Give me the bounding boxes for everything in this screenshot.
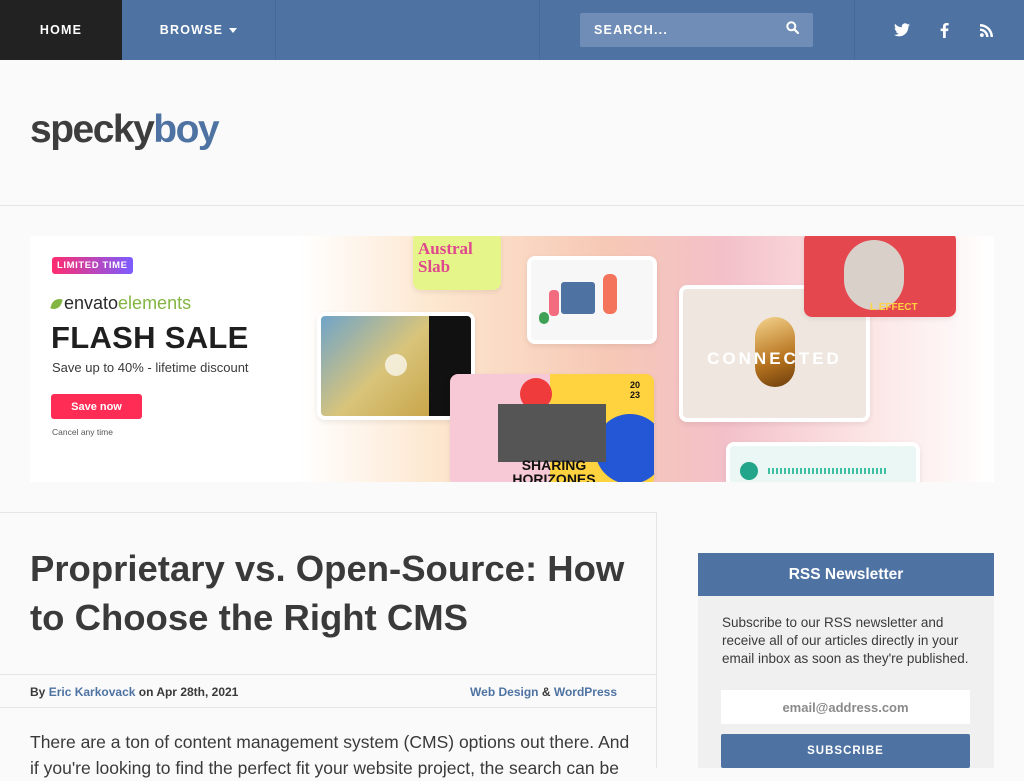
rss-newsletter-widget: RSS Newsletter Subscribe to our RSS news… xyxy=(698,553,994,768)
nav-browse-label: BROWSE xyxy=(159,23,224,37)
site-logo[interactable]: speckyboy xyxy=(30,108,220,152)
article-main: Proprietary vs. Open-Source: How to Choo… xyxy=(0,512,657,778)
social-links xyxy=(855,0,1024,60)
font-card-title: Austral Slab xyxy=(418,239,473,276)
logo-part-1: specky xyxy=(30,108,155,151)
newsletter-heading: RSS Newsletter xyxy=(698,553,994,596)
article-meta: By Eric Karkovack on Apr 28th, 2021 Web … xyxy=(0,674,657,708)
save-now-button[interactable]: Save now xyxy=(51,394,142,419)
sharing-card: SHARING HORIZONES 20 23 xyxy=(450,374,654,482)
envato-leaf-icon xyxy=(50,296,63,311)
nav-spacer xyxy=(276,0,540,60)
audio-card xyxy=(726,442,920,482)
article-title[interactable]: Proprietary vs. Open-Source: How to Choo… xyxy=(30,544,630,642)
sharing-card-year: 20 23 xyxy=(630,380,641,400)
illustration-card xyxy=(527,256,657,344)
cancel-any-time-text: Cancel any time xyxy=(52,427,113,437)
search-input[interactable] xyxy=(594,23,774,37)
nav-home-link[interactable]: HOME xyxy=(0,0,122,60)
brand-name-b: elements xyxy=(118,293,192,313)
statue-card-text: L EFFECT xyxy=(870,302,918,313)
category-line: Web Design & WordPress xyxy=(470,685,617,699)
date-label: on Apr 28th, 2021 xyxy=(138,685,239,699)
ad-banner[interactable]: LIMITED TIME envato elements FLASH SALE S… xyxy=(30,236,994,482)
facebook-icon[interactable] xyxy=(936,22,952,38)
site-header: speckyboy xyxy=(0,60,1024,206)
search-area xyxy=(540,0,855,60)
rss-icon[interactable] xyxy=(978,22,994,38)
font-card: Austral Slab xyxy=(413,236,501,290)
newsletter-description: Subscribe to our RSS newsletter and rece… xyxy=(722,615,969,666)
nav-browse-menu[interactable]: BROWSE xyxy=(122,0,276,60)
discount-text: Save up to 40% - lifetime discount xyxy=(52,360,249,375)
subscribe-button[interactable]: SUBSCRIBE xyxy=(721,734,970,768)
category-wordpress-link[interactable]: WordPress xyxy=(554,685,617,699)
top-nav-bar: HOME BROWSE xyxy=(0,0,1024,60)
email-field[interactable] xyxy=(721,690,970,724)
brand-name-a: envato xyxy=(64,293,119,313)
search-icon[interactable] xyxy=(786,21,800,39)
by-label: By xyxy=(30,685,46,699)
limited-time-badge: LIMITED TIME xyxy=(52,257,133,274)
sharing-card-title: SHARING HORIZONES xyxy=(512,457,596,482)
author-link[interactable]: Eric Karkovack xyxy=(49,685,136,699)
connected-card-title: CONNECTED xyxy=(707,349,842,368)
twitter-icon[interactable] xyxy=(894,22,910,38)
author-line: By Eric Karkovack on Apr 28th, 2021 xyxy=(30,685,238,699)
chevron-down-icon xyxy=(229,27,238,33)
category-separator: & xyxy=(541,685,551,699)
search-box xyxy=(580,13,813,47)
flash-sale-headline: FLASH SALE xyxy=(51,320,249,355)
statue-card: L EFFECT xyxy=(804,236,956,317)
logo-part-2: boy xyxy=(153,108,219,151)
article-intro: There are a ton of content management sy… xyxy=(30,732,630,778)
envato-logo: envato elements xyxy=(50,293,192,314)
category-web-design-link[interactable]: Web Design xyxy=(470,685,538,699)
